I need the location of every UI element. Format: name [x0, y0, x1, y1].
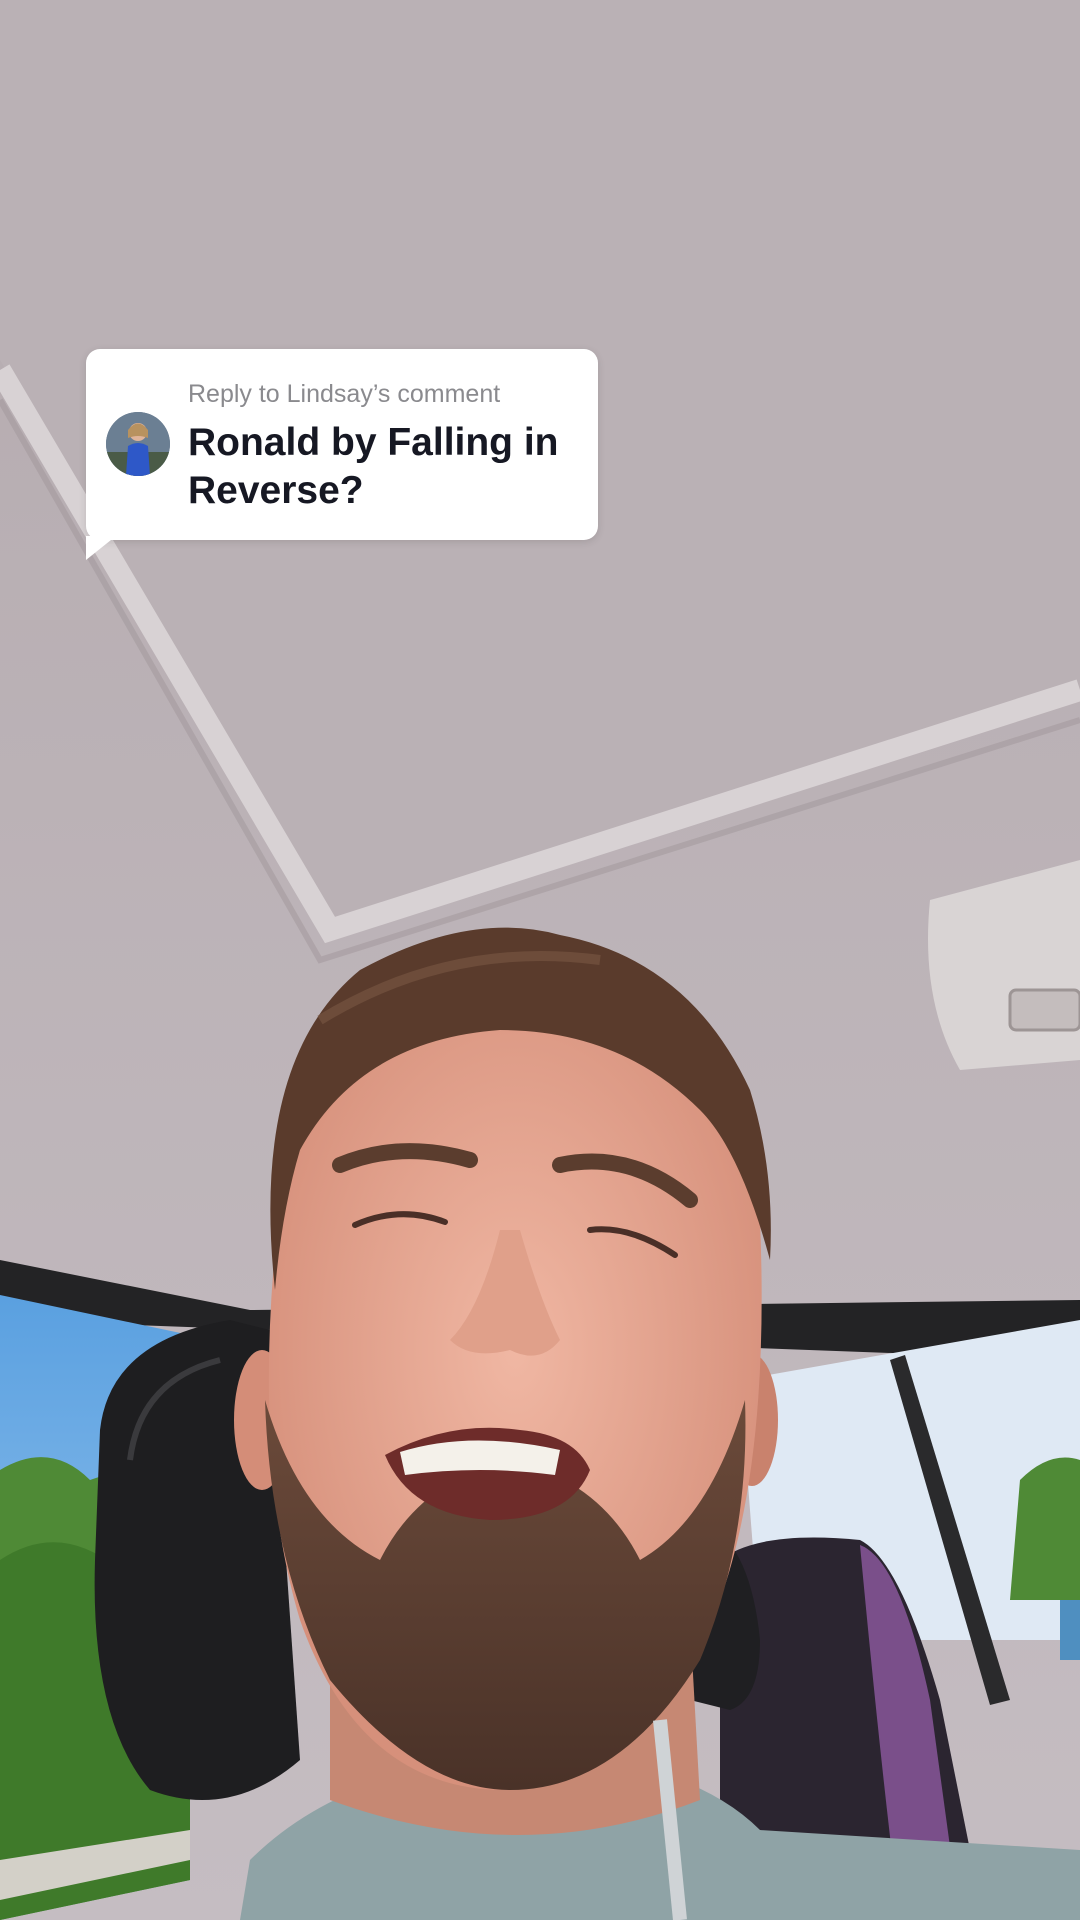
commenter-avatar — [106, 412, 170, 476]
reply-label: Reply to Lindsay’s comment — [188, 380, 501, 408]
reply-card-tail — [86, 536, 116, 560]
reply-comment-card[interactable]: Reply to Lindsay’s comment Ronald by Fal… — [86, 349, 598, 540]
video-background — [0, 0, 1080, 1920]
reply-comment-text: Ronald by Falling in Reverse? — [188, 421, 559, 512]
